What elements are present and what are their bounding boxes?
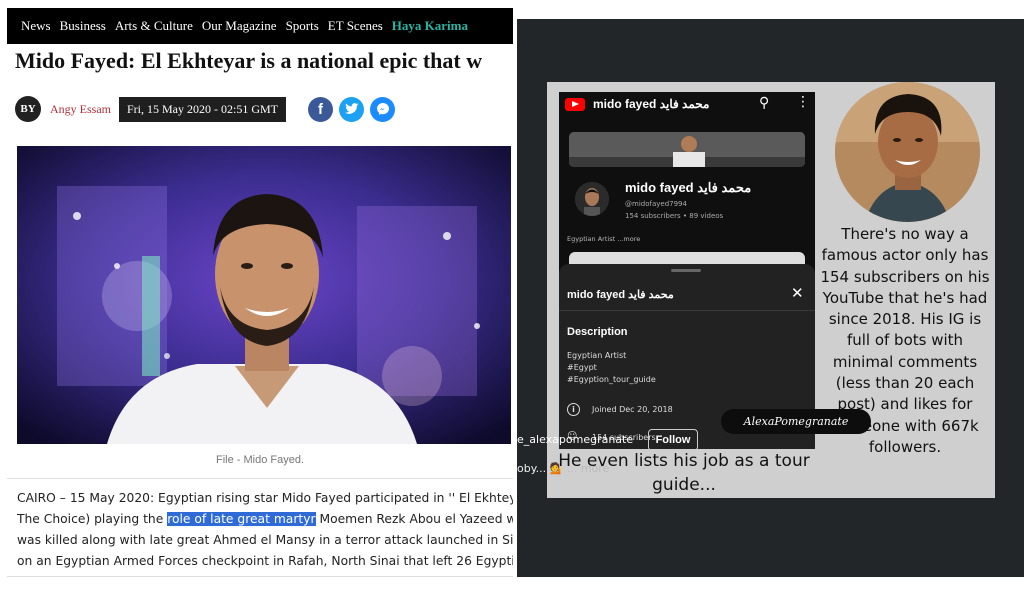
youtube-top-bar: mido fayed محمد فايد bbox=[559, 92, 815, 116]
news-article: News Business Arts & Culture Our Magazin… bbox=[7, 8, 513, 578]
body-line: on an Egyptian Armed Forces checkpoint i… bbox=[17, 554, 513, 568]
divider bbox=[7, 478, 513, 479]
top-navigation: News Business Arts & Culture Our Magazin… bbox=[7, 8, 513, 44]
search-icon[interactable]: ⚲ bbox=[759, 95, 769, 111]
nav-haya-karima[interactable]: Haya Karima bbox=[392, 18, 468, 34]
info-icon: i bbox=[567, 403, 580, 416]
article-headline: Mido Fayed: El Ekhteyar is a national ep… bbox=[15, 48, 483, 73]
nav-news[interactable]: News bbox=[21, 18, 51, 34]
story-note-text: He even lists his job as a tour guide... bbox=[558, 451, 810, 495]
more-options-icon[interactable]: ⋮ bbox=[796, 94, 810, 110]
author-link[interactable]: Angy Essam bbox=[50, 102, 111, 117]
channel-stats: 154 subscribers • 89 videos bbox=[625, 212, 724, 220]
channel-name: mido fayed محمد فايد bbox=[625, 180, 752, 195]
nav-our-magazine[interactable]: Our Magazine bbox=[202, 18, 277, 34]
article-hero-image bbox=[17, 146, 511, 444]
twitter-icon[interactable] bbox=[339, 96, 364, 122]
facebook-icon[interactable]: f bbox=[308, 96, 333, 122]
divider bbox=[7, 576, 513, 577]
subscribe-button[interactable] bbox=[569, 252, 805, 264]
description-line: #Egypt bbox=[567, 363, 597, 372]
description-text: Egyptian Artist #Egypt #Egyption_tour_gu… bbox=[567, 350, 656, 386]
nav-business[interactable]: Business bbox=[60, 18, 106, 34]
description-heading: Description bbox=[567, 326, 628, 338]
publish-date: Fri, 15 May 2020 - 02:51 GMT bbox=[119, 96, 286, 122]
byline: BY Angy Essam Fri, 15 May 2020 - 02:51 G… bbox=[15, 94, 395, 124]
body-line: CAIRO – 15 May 2020: Egyptian rising sta… bbox=[17, 491, 513, 505]
by-badge: BY bbox=[15, 96, 41, 122]
youtube-channel-screenshot: mido fayed محمد فايد ⚲ ⋮ mido fayed محمد… bbox=[559, 92, 815, 449]
channel-handle: @midofayed7994 bbox=[625, 200, 687, 208]
username-watermark: AlexaPomegranate bbox=[721, 409, 871, 434]
description-line: Egyptian Artist bbox=[567, 351, 627, 360]
sheet-title: mido fayed محمد فايد bbox=[567, 289, 674, 301]
body-line: The Choice) playing the role of late gre… bbox=[17, 509, 513, 530]
messenger-icon[interactable] bbox=[370, 96, 395, 122]
channel-banner bbox=[569, 132, 805, 167]
ig-username[interactable]: e_alexapomegranate bbox=[517, 433, 633, 446]
body-line: was killed along with late great Ahmed e… bbox=[17, 533, 513, 547]
youtube-logo-icon bbox=[565, 97, 585, 111]
joined-date: Joined Dec 20, 2018 bbox=[592, 405, 673, 414]
selected-text[interactable]: role of late great martyr bbox=[167, 512, 316, 526]
drag-handle[interactable] bbox=[671, 269, 701, 272]
actor-photo bbox=[835, 82, 980, 222]
body-text-segment: The Choice) playing the bbox=[17, 512, 168, 526]
instagram-story: mido fayed محمد فايد ⚲ ⋮ mido fayed محمد… bbox=[517, 19, 1024, 577]
image-caption: File - Mido Fayed. bbox=[215, 454, 305, 466]
close-icon[interactable]: ✕ bbox=[791, 284, 804, 302]
description-line: #Egyption_tour_guide bbox=[567, 375, 656, 384]
body-text-segment: Moemen Rezk Abou el Yazeed who bbox=[315, 512, 513, 526]
divider bbox=[559, 310, 815, 311]
channel-title: mido fayed محمد فايد bbox=[593, 97, 710, 111]
follow-button[interactable]: Follow bbox=[648, 429, 698, 451]
channel-avatar[interactable] bbox=[575, 182, 609, 216]
nav-et-scenes[interactable]: ET Scenes bbox=[328, 18, 383, 34]
nav-arts-culture[interactable]: Arts & Culture bbox=[115, 18, 193, 34]
nav-sports[interactable]: Sports bbox=[286, 18, 319, 34]
article-body: CAIRO – 15 May 2020: Egyptian rising sta… bbox=[17, 488, 513, 572]
channel-bio[interactable]: Egyptian Artist ...more bbox=[567, 235, 640, 243]
